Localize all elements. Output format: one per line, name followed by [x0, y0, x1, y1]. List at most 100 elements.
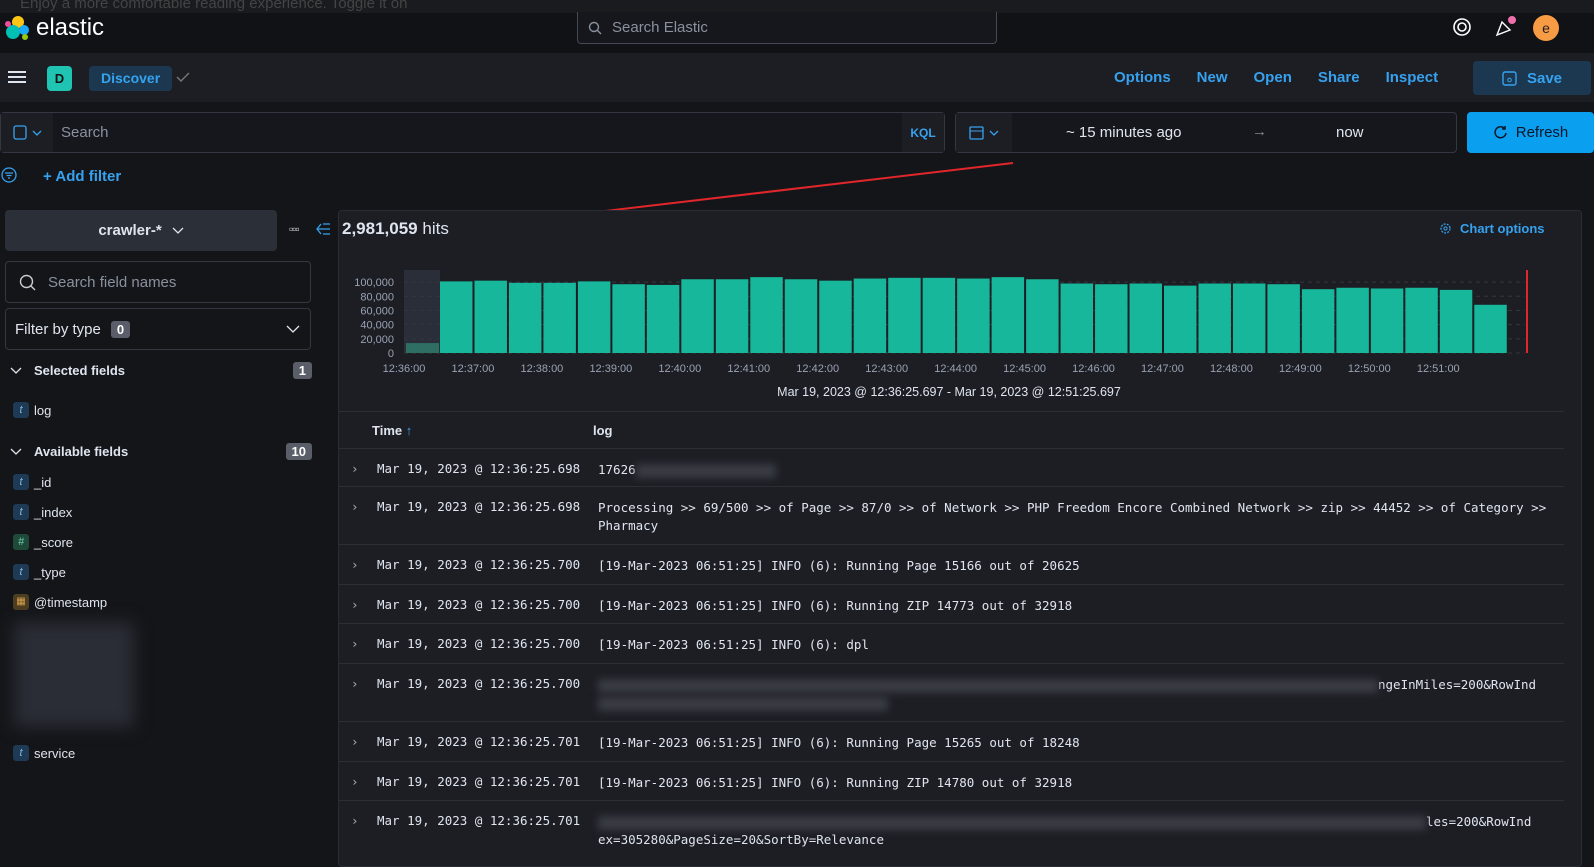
chevron-down-icon [10, 448, 22, 455]
table-row[interactable]: › Mar 19, 2023 @ 12:36:25.700 [19-Mar-2023… [339, 544, 1564, 584]
histogram-bar[interactable] [508, 282, 542, 353]
histogram-bar[interactable] [440, 281, 473, 353]
selected-fields-toggle[interactable]: Selected fields 1 [10, 362, 312, 379]
collapse-sidebar-icon[interactable] [316, 223, 331, 235]
histogram-bar[interactable] [1301, 289, 1335, 353]
field-timestamp[interactable]: ▦ @timestamp [13, 594, 107, 610]
redacted-text [598, 815, 1426, 830]
y-tick-label: 20,000 [360, 334, 394, 346]
histogram-bar[interactable] [1129, 283, 1162, 353]
field-search-input[interactable]: Search field names [5, 261, 311, 303]
histogram-bar[interactable] [1060, 283, 1094, 353]
histogram-bar[interactable] [1474, 304, 1507, 353]
histogram-bar[interactable] [1198, 283, 1231, 353]
open-link[interactable]: Open [1254, 69, 1292, 86]
save-button[interactable]: Save [1473, 61, 1591, 95]
histogram-bar[interactable] [1267, 284, 1300, 353]
expand-row-icon[interactable]: › [351, 813, 359, 828]
histogram-bar[interactable] [646, 284, 680, 353]
expand-row-icon[interactable]: › [351, 676, 359, 691]
table-row[interactable]: › Mar 19, 2023 @ 12:36:25.700 ngeInMiles=2… [339, 663, 1564, 721]
field-type[interactable]: t _type [13, 564, 66, 580]
histogram-bar[interactable] [1336, 287, 1369, 353]
options-link[interactable]: Options [1114, 69, 1171, 86]
histogram-bar[interactable] [888, 277, 921, 353]
field-service[interactable]: t service [13, 745, 75, 761]
field-index[interactable]: t _index [13, 504, 72, 520]
histogram-bar[interactable] [715, 279, 749, 353]
expand-row-icon[interactable]: › [351, 734, 359, 749]
index-pattern-selector[interactable]: crawler-* [5, 210, 277, 251]
table-row[interactable]: › Mar 19, 2023 @ 12:36:25.700 [19-Mar-2023… [339, 623, 1564, 663]
histogram-bar[interactable] [577, 281, 611, 353]
expand-row-icon[interactable]: › [351, 636, 359, 651]
inspect-link[interactable]: Inspect [1386, 69, 1439, 86]
start-date[interactable]: ~ 15 minutes ago [1066, 124, 1182, 141]
histogram-bar[interactable] [750, 277, 783, 353]
available-fields-toggle[interactable]: Available fields 10 [10, 443, 312, 460]
add-filter-button[interactable]: + Add filter [43, 168, 121, 185]
histogram-bar[interactable] [543, 282, 576, 353]
histogram-bar[interactable] [1026, 279, 1059, 353]
expand-row-icon[interactable]: › [351, 557, 359, 572]
help-icon[interactable] [1452, 17, 1472, 37]
field-log[interactable]: t log [13, 402, 51, 418]
table-row[interactable]: › Mar 19, 2023 @ 12:36:25.698 Processing >… [339, 486, 1564, 544]
table-row[interactable]: › Mar 19, 2023 @ 12:36:25.700 [19-Mar-2023… [339, 584, 1564, 623]
filter-icon[interactable] [1, 167, 17, 183]
histogram-bar[interactable] [957, 278, 990, 353]
kql-toggle[interactable]: KQL [902, 113, 944, 152]
table-row[interactable]: › Mar 19, 2023 @ 12:36:25.701 [19-Mar-2023… [339, 761, 1564, 800]
global-search-input[interactable]: Search Elastic [577, 12, 997, 44]
histogram-bar[interactable] [819, 280, 852, 353]
histogram-bar[interactable] [922, 277, 956, 353]
histogram-bar[interactable] [612, 284, 645, 353]
table-header: Time ↑ log [339, 411, 1564, 448]
histogram-bar[interactable] [1164, 285, 1197, 353]
elastic-logo[interactable]: elastic [4, 14, 104, 42]
field-score[interactable]: # _score [13, 534, 73, 550]
histogram-bar[interactable] [1095, 284, 1128, 353]
expand-row-icon[interactable]: › [351, 597, 359, 612]
histogram-bar[interactable] [1232, 283, 1266, 353]
histogram-bar[interactable] [991, 277, 1025, 353]
histogram-bar[interactable] [406, 343, 439, 353]
table-row[interactable]: › Mar 19, 2023 @ 12:36:25.698 17626 [339, 448, 1564, 486]
filter-by-type-button[interactable]: Filter by type 0 [5, 308, 311, 350]
table-row[interactable]: › Mar 19, 2023 @ 12:36:25.701 les=200&RowI… [339, 800, 1564, 860]
histogram-bar[interactable] [784, 279, 818, 353]
table-row[interactable]: › Mar 19, 2023 @ 12:36:25.701 [19-Mar-2023… [339, 721, 1564, 761]
expand-row-icon[interactable]: › [351, 461, 359, 476]
x-tick-label: 12:51:00 [1417, 363, 1460, 375]
end-date[interactable]: now [1336, 124, 1364, 141]
histogram-bar[interactable] [853, 278, 887, 353]
x-tick-label: 12:46:00 [1072, 363, 1115, 375]
column-log[interactable]: log [593, 423, 613, 438]
histogram-chart[interactable]: 0 20,000 40,000 60,000 80,000 100,000 12:36:00… [339, 266, 1583, 396]
newsfeed-icon[interactable] [1494, 16, 1516, 38]
user-avatar[interactable]: e [1533, 15, 1559, 41]
quick-menu-button[interactable] [956, 113, 1012, 152]
breadcrumb-discover[interactable]: Discover [89, 66, 173, 91]
sort-ascending-icon[interactable]: ↑ [406, 423, 413, 438]
results-panel: 2,981,059 hits Chart options 0 20,000 40,0… [338, 210, 1582, 867]
column-time[interactable]: Time ↑ [372, 423, 412, 438]
string-type-icon: t [13, 474, 29, 490]
field-id[interactable]: t _id [13, 474, 51, 490]
expand-row-icon[interactable]: › [351, 499, 359, 514]
share-link[interactable]: Share [1318, 69, 1360, 86]
chart-options-button[interactable]: Chart options [1439, 221, 1545, 236]
histogram-bar[interactable] [1405, 287, 1438, 353]
histogram-bar[interactable] [1370, 288, 1404, 353]
histogram-bar[interactable] [681, 279, 714, 353]
histogram-bar[interactable] [1439, 289, 1473, 353]
saved-query-button[interactable] [1, 113, 53, 152]
expand-row-icon[interactable]: › [351, 774, 359, 789]
space-avatar[interactable]: D [47, 66, 72, 91]
refresh-button[interactable]: Refresh [1467, 112, 1594, 153]
new-link[interactable]: New [1197, 69, 1228, 86]
more-options-icon[interactable]: ▫▫▫ [289, 222, 300, 236]
query-input[interactable]: Search [53, 124, 902, 141]
histogram-bar[interactable] [474, 280, 507, 353]
menu-icon[interactable] [8, 70, 26, 85]
